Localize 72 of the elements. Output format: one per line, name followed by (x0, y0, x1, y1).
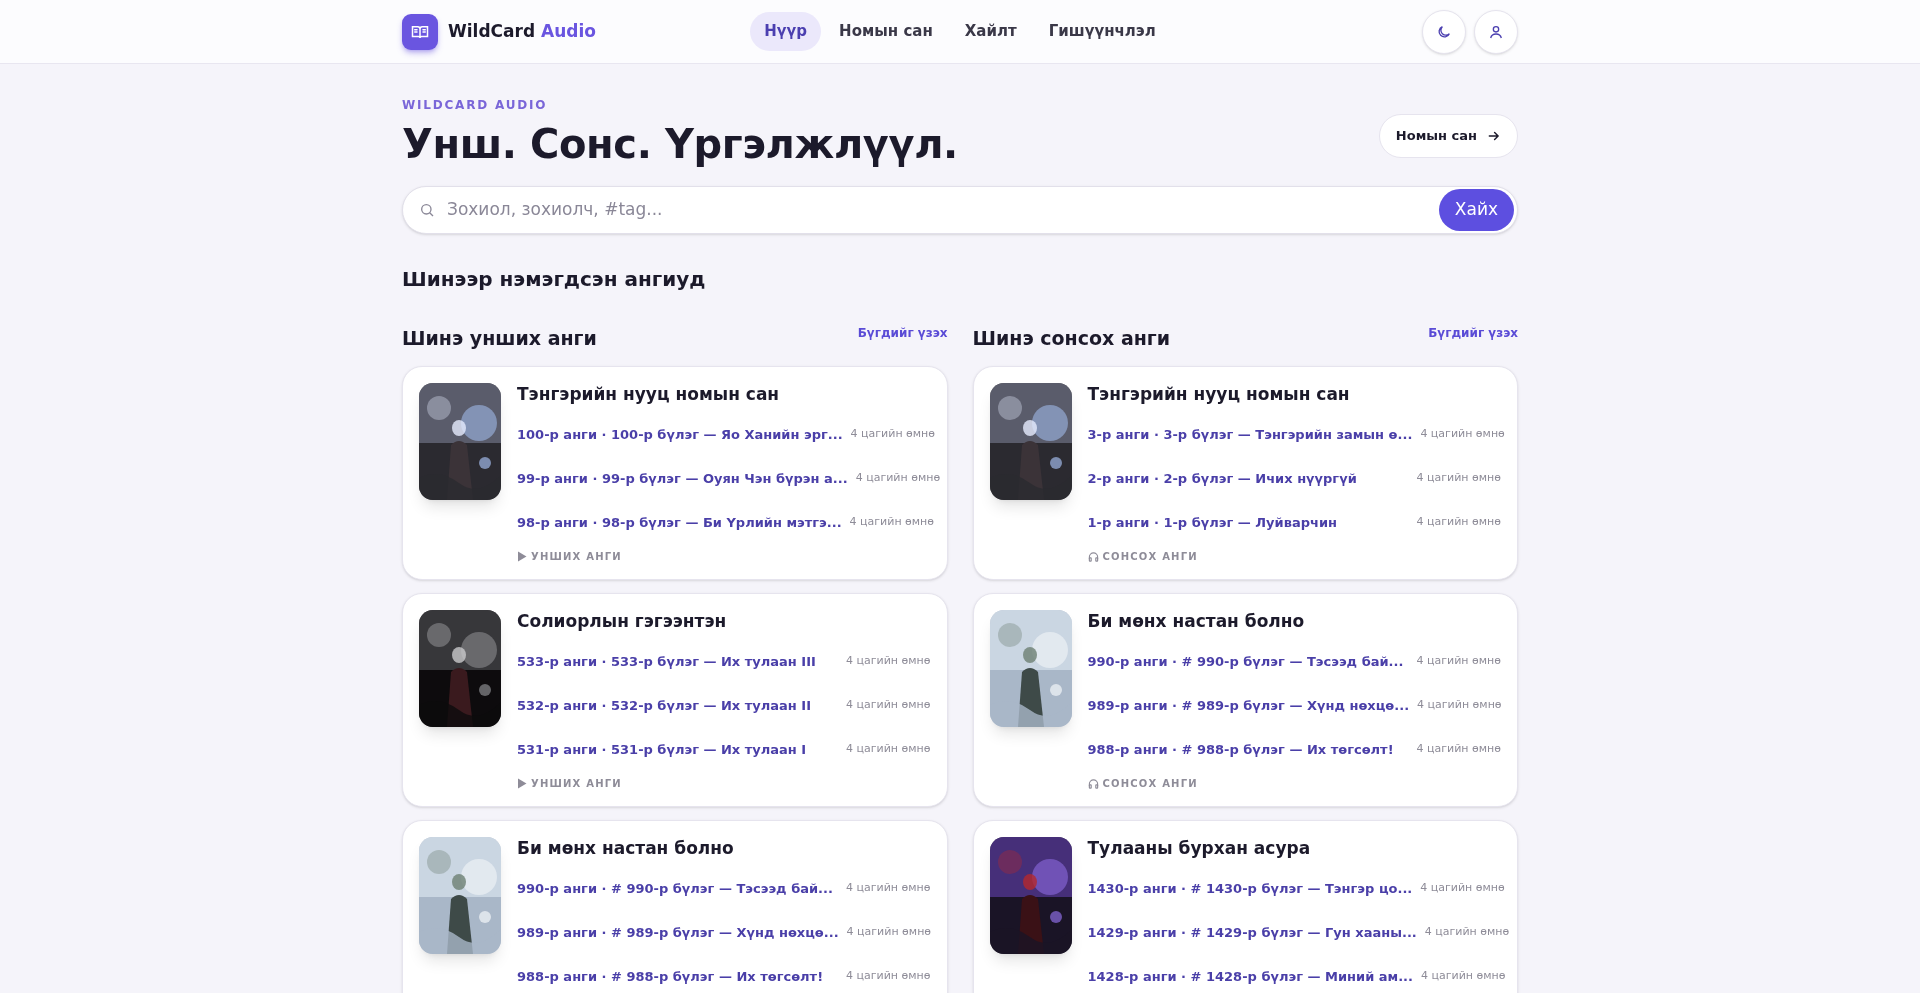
section-label: УНШИХ АНГИ (531, 776, 622, 791)
moon-icon (1436, 23, 1452, 40)
see-all-link[interactable]: Бүгдийг үзэх (1428, 324, 1518, 342)
hero-title: Унш. Сонс. Үргэлжлүүл. (402, 120, 958, 168)
section-title: Шинээр нэмэгдсэн ангиуд (402, 266, 707, 293)
search-field[interactable]: Зохиол, зохиолч, #tag... Хайх (402, 186, 1518, 234)
account-button[interactable] (1474, 9, 1518, 54)
section-label: УНШИХ АНГИ (531, 549, 622, 564)
episode-link[interactable]: 988-р анги · # 988-р бүлэг — Их төгсөлт! (517, 966, 824, 987)
series-title[interactable]: Тэнгэрийн нууц номын сан (517, 382, 931, 405)
search-icon (419, 202, 435, 218)
episode-link[interactable]: 531-р анги · 531-р бүлэг — Их тулаан I (517, 739, 807, 760)
headphones-icon (1087, 777, 1099, 789)
episode-time: 4 цагийн өмнө (1420, 880, 1505, 897)
episode-time: 4 цагийн өмнө (846, 968, 931, 985)
series-title[interactable]: Би мөнх настан болно (517, 836, 931, 859)
episode-time: 4 цагийн өмнө (855, 470, 941, 487)
episode-time: 4 цагийн өмнө (1420, 426, 1505, 443)
eyebrow-text: WILDCARD AUDIO (402, 97, 549, 114)
episode-time: 4 цагийн өмнө (846, 924, 932, 941)
episode-link[interactable]: 990-р анги · # 990-р бүлэг — Тэсээд бай... (517, 878, 833, 899)
series-title[interactable]: Би мөнх настан болно (1087, 609, 1501, 632)
episode-link[interactable]: 1428-р анги · # 1428-р бүлэг — Миний ам... (1087, 966, 1413, 987)
episode-time: 4 цагийн өмнө (1417, 697, 1502, 714)
episode-link[interactable]: 98-р анги · 98-р бүлэг — Би Үрлийн мэтгэ... (517, 512, 842, 533)
episode-link[interactable]: 989-р анги · # 989-р бүлэг — Хүнд нөхцө... (1087, 695, 1410, 716)
episode-link[interactable]: 533-р анги · 533-р бүлэг — Их тулаан III (517, 651, 816, 672)
episode-time: 4 цагийн өмнө (1424, 924, 1510, 941)
nav-tab[interactable]: Нүүр (750, 12, 822, 51)
episode-time: 4 цагийн өмнө (850, 426, 936, 443)
nav-tab[interactable]: Номын сан (825, 12, 947, 51)
play-icon (517, 777, 527, 789)
library-button[interactable]: Номын сан (1378, 114, 1518, 158)
see-all-link[interactable]: Бүгдийг үзэх (857, 324, 948, 342)
arrow-right-icon (1487, 129, 1501, 143)
column-title: Шинэ сонсох анги (972, 326, 1171, 351)
episode-link[interactable]: 532-р анги · 532-р бүлэг — Их тулаан II (517, 695, 812, 716)
logo-icon[interactable] (402, 13, 438, 50)
episode-link[interactable]: 99-р анги · 99-р бүлэг — Оуян Чэн бүрэн а... (517, 468, 848, 489)
episode-link[interactable]: 1-р анги · 1-р бүлэг — Луйварчин (1087, 512, 1337, 533)
episode-link[interactable]: 988-р анги · # 988-р бүлэг — Их төгсөлт! (1087, 739, 1394, 760)
episode-time: 4 цагийн өмнө (846, 741, 931, 758)
search-button[interactable]: Хайх (1438, 189, 1514, 231)
user-icon (1488, 23, 1504, 40)
section-label: СОНСОХ АНГИ (1102, 776, 1198, 791)
headphones-icon (1087, 550, 1099, 562)
episode-time: 4 цагийн өмнө (1416, 514, 1501, 531)
episode-time: 4 цагийн өмнө (1416, 741, 1501, 758)
episode-time: 4 цагийн өмнө (849, 514, 935, 531)
episode-link[interactable]: 2-р анги · 2-р бүлэг — Ичих нүүргүй (1087, 468, 1357, 489)
episode-time: 4 цагийн өмнө (1416, 470, 1501, 487)
brand-name[interactable]: WildCard Audio (448, 18, 596, 45)
episode-time: 4 цагийн өмнө (846, 697, 931, 714)
episode-link[interactable]: 1429-р анги · # 1429-р бүлэг — Гун хааны... (1087, 922, 1417, 943)
episode-time: 4 цагийн өмнө (1421, 968, 1506, 985)
section-label: СОНСОХ АНГИ (1102, 549, 1198, 564)
column-title: Шинэ унших анги (402, 326, 597, 351)
series-title[interactable]: Тулааны бурхан асура (1087, 836, 1501, 859)
episode-time: 4 цагийн өмнө (846, 653, 931, 670)
episode-time: 4 цагийн өмнө (1416, 653, 1501, 670)
theme-toggle-button[interactable] (1422, 9, 1466, 54)
episode-link[interactable]: 100-р анги · 100-р бүлэг — Яо Ханийн эрг... (517, 424, 843, 445)
episode-link[interactable]: 1430-р анги · # 1430-р бүлэг — Тэнгэр цо... (1087, 878, 1413, 899)
episode-link[interactable]: 989-р анги · # 989-р бүлэг — Хүнд нөхцө... (517, 922, 839, 943)
episode-link[interactable]: 990-р анги · # 990-р бүлэг — Тэсээд бай... (1087, 651, 1404, 672)
play-icon (517, 550, 527, 562)
episode-link[interactable]: 3-р анги · 3-р бүлэг — Тэнгэрийн замын ө... (1087, 424, 1413, 445)
nav-tab[interactable]: Гишүүнчлэл (1034, 12, 1170, 51)
series-title[interactable]: Тэнгэрийн нууц номын сан (1087, 382, 1501, 405)
series-title[interactable]: Солиорлын гэгээнтэн (517, 609, 931, 632)
nav-tab[interactable]: Хайлт (950, 12, 1031, 51)
episode-time: 4 цагийн өмнө (846, 880, 931, 897)
